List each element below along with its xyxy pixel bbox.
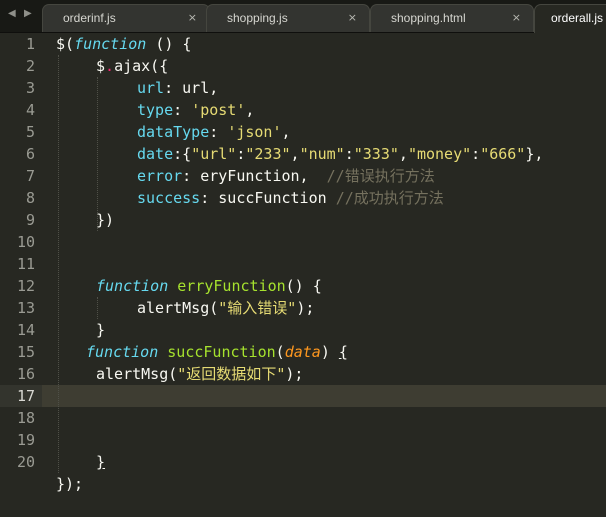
code-line-7: error: eryFunction, //错误执行方法 [137,167,435,185]
code-line-14: function succFunction(data) { [86,343,348,361]
line-number: 9 [25,211,35,229]
code-line-2: $.ajax({ [96,57,169,75]
matched-brace: { [338,343,348,361]
line-number: 18 [16,409,35,427]
line-number: 10 [16,233,35,251]
tab-close-icon[interactable]: × [512,11,521,24]
code-line-3: url: url, [137,79,219,97]
line-number: 14 [16,321,35,339]
code-line-6: date:{"url":"233","num":"333","money":"6… [137,145,544,163]
tab-label: orderinf.js [63,11,116,25]
tab-shopping-html[interactable]: shopping.html × [370,4,534,32]
code-line-1: $(function () { [56,35,192,53]
tab-label: shopping.html [391,11,466,25]
line-number: 20 [16,453,35,471]
code-line-4: type: 'post', [137,101,255,119]
tab-close-icon[interactable]: × [348,11,357,24]
matched-brace: } [96,453,106,471]
tab-orderinf-js[interactable]: orderinf.js × [42,4,210,32]
tab-scroll-left-icon[interactable]: ◀ [8,8,16,19]
line-number: 16 [16,365,35,383]
code-line-13: } [96,321,106,339]
current-line-highlight [42,385,606,407]
line-number: 15 [16,343,35,361]
line-number: 5 [25,123,35,141]
code-line-20: }); [56,475,84,493]
line-number: 4 [25,101,35,119]
code-editor[interactable]: 1 2 3 4 5 6 7 8 9 10 11 12 13 14 15 16 1… [0,33,606,517]
line-number-gutter: 1 2 3 4 5 6 7 8 9 10 11 12 13 14 15 16 1… [0,33,42,517]
line-number: 11 [16,255,35,273]
line-number: 8 [25,189,35,207]
code-line-5: dataType: 'json', [137,123,291,141]
indent-guide [97,77,98,231]
code-line-12: alertMsg("输入错误"); [137,299,315,317]
line-number: 13 [16,299,35,317]
line-number: 6 [25,145,35,163]
tab-shopping-js[interactable]: shopping.js × [206,4,370,32]
tab-label: shopping.js [227,11,288,25]
line-number: 3 [25,79,35,97]
indent-guide [97,297,98,319]
tab-scroll-right-icon[interactable]: ▶ [24,8,32,19]
line-number: 1 [25,35,35,53]
tab-close-icon[interactable]: × [188,11,197,24]
line-number: 7 [25,167,35,185]
indent-guide [58,55,59,473]
line-number: 2 [25,57,35,75]
line-number: 19 [16,431,35,449]
code-line-8: success: succFunction //成功执行方法 [137,189,444,207]
tab-orderall-js[interactable]: orderall.js [534,4,606,33]
code-line-19: } [96,451,606,473]
code-line-9: }) [96,211,115,229]
tab-bar: ◀ ▶ orderinf.js × shopping.js × shopping… [0,0,606,33]
tab-label: orderall.js [551,11,604,25]
line-number: 12 [16,277,35,295]
code-line-11: function erryFunction() { [96,277,322,295]
line-number-current: 17 [16,387,35,405]
code-line-15: alertMsg("返回数据如下"); [96,365,304,383]
